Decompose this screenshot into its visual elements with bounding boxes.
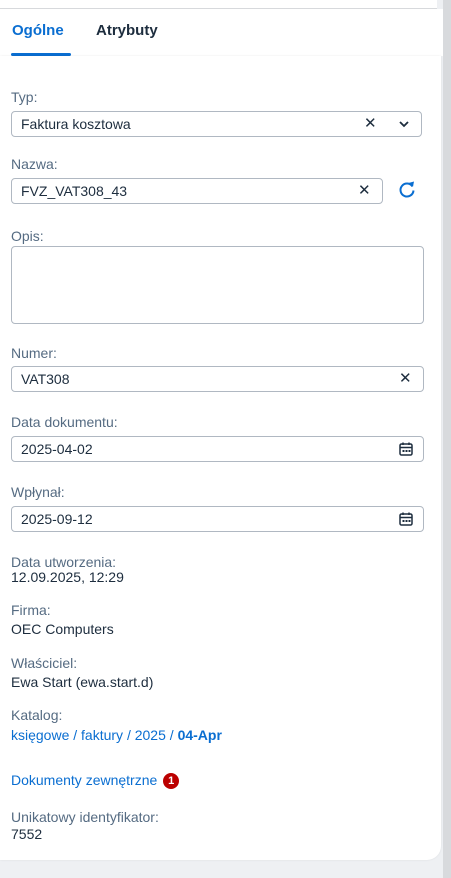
catalog-crumb-2[interactable]: faktury bbox=[81, 727, 123, 743]
catalog-label: Katalog: bbox=[11, 707, 63, 723]
received-date-input[interactable]: 2025-09-12 bbox=[11, 506, 424, 532]
number-label: Numer: bbox=[11, 345, 57, 361]
top-strip bbox=[0, 0, 437, 9]
calendar-icon[interactable] bbox=[399, 512, 413, 530]
type-label: Typ: bbox=[11, 89, 38, 105]
uid-label: Unikatowy identyfikator: bbox=[11, 809, 159, 825]
scrollbar[interactable] bbox=[443, 0, 451, 878]
clear-icon[interactable]: ✕ bbox=[358, 183, 371, 199]
created-label: Data utworzenia: bbox=[11, 554, 117, 570]
type-select[interactable]: Faktura kosztowa ✕ bbox=[11, 111, 422, 137]
company-value: OEC Computers bbox=[11, 621, 114, 637]
catalog-breadcrumb: księgowe / faktury / 2025 / 04-Apr bbox=[11, 727, 222, 743]
external-docs-count-badge: 1 bbox=[163, 773, 180, 789]
refresh-icon[interactable] bbox=[397, 180, 417, 205]
clear-icon[interactable]: ✕ bbox=[364, 116, 377, 132]
name-label: Nazwa: bbox=[11, 156, 58, 172]
owner-label: Właściciel: bbox=[11, 655, 78, 671]
doc-date-label: Data dokumentu: bbox=[11, 414, 118, 430]
uid-value: 7552 bbox=[11, 826, 43, 842]
description-label: Opis: bbox=[11, 228, 44, 244]
catalog-crumb-current[interactable]: 04-Apr bbox=[178, 727, 222, 743]
clear-icon[interactable]: ✕ bbox=[399, 371, 412, 387]
name-value: FVZ_VAT308_43 bbox=[21, 183, 128, 199]
tab-attributes[interactable]: Atrybuty bbox=[96, 22, 158, 39]
company-label: Firma: bbox=[11, 602, 51, 618]
external-docs-link[interactable]: Dokumenty zewnętrzne bbox=[11, 772, 157, 788]
doc-date-input[interactable]: 2025-04-02 bbox=[11, 436, 424, 462]
number-value: VAT308 bbox=[21, 371, 70, 387]
owner-value: Ewa Start (ewa.start.d) bbox=[11, 674, 154, 690]
doc-date-value: 2025-04-02 bbox=[21, 441, 93, 457]
chevron-down-icon[interactable] bbox=[398, 118, 410, 134]
catalog-crumb-1[interactable]: księgowe bbox=[11, 727, 69, 743]
received-date-value: 2025-09-12 bbox=[21, 511, 93, 527]
received-label: Wpłynał: bbox=[11, 484, 65, 500]
external-docs-row: Dokumenty zewnętrzne 1 bbox=[11, 772, 180, 789]
catalog-crumb-3[interactable]: 2025 bbox=[135, 727, 166, 743]
name-input[interactable]: FVZ_VAT308_43 ✕ bbox=[11, 178, 383, 204]
calendar-icon[interactable] bbox=[399, 442, 413, 460]
created-value: 12.09.2025, 12:29 bbox=[11, 569, 124, 585]
description-textarea[interactable] bbox=[11, 246, 424, 324]
crumb-separator: / bbox=[69, 727, 82, 743]
tab-general[interactable]: Ogólne bbox=[12, 22, 64, 39]
tab-bar: Ogólne Atrybuty bbox=[0, 9, 443, 56]
crumb-separator: / bbox=[123, 727, 135, 743]
type-value: Faktura kosztowa bbox=[21, 116, 131, 132]
crumb-separator: / bbox=[165, 727, 178, 743]
number-input[interactable]: VAT308 ✕ bbox=[11, 366, 424, 392]
